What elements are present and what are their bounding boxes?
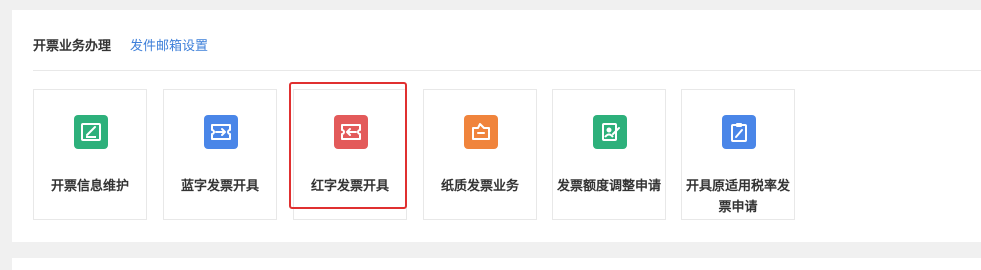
clipboard-edit-icon: [722, 115, 756, 149]
adjust-document-icon: [593, 115, 627, 149]
paper-ticket-icon: [464, 115, 498, 149]
ticket-right-arrow-icon: [204, 115, 238, 149]
card-invoice-info-maintenance[interactable]: 开票信息维护: [33, 89, 147, 220]
tab-email-settings[interactable]: 发件邮箱设置: [130, 35, 208, 54]
card-invoice-quota-adjust[interactable]: 发票额度调整申请: [552, 89, 666, 220]
ticket-left-arrow-icon: [334, 115, 368, 149]
divider: [33, 70, 981, 71]
card-label: 开具原适用税率发票申请: [686, 179, 791, 215]
card-label: 蓝字发票开具: [180, 179, 259, 194]
edit-form-icon: [74, 115, 108, 149]
card-label: 红字发票开具: [310, 179, 389, 194]
card-blue-invoice-issue[interactable]: 蓝字发票开具: [163, 89, 277, 220]
card-paper-invoice-business[interactable]: 纸质发票业务: [423, 89, 537, 220]
card-original-tax-rate-apply[interactable]: 开具原适用税率发票申请: [681, 89, 795, 220]
card-label: 发票额度调整申请: [557, 179, 662, 194]
card-red-invoice-issue[interactable]: 红字发票开具: [293, 89, 407, 220]
tab-bar: 开票业务办理 发件邮箱设置: [33, 33, 208, 55]
card-label: 纸质发票业务: [440, 179, 519, 194]
business-panel: 开票业务办理 发件邮箱设置 开票信息维护 蓝字发票开具 红字发票开具 纸质发票业…: [12, 10, 981, 242]
bottom-panel: [12, 258, 981, 270]
card-label: 开票信息维护: [50, 179, 129, 194]
tab-invoice-business[interactable]: 开票业务办理: [33, 35, 111, 54]
